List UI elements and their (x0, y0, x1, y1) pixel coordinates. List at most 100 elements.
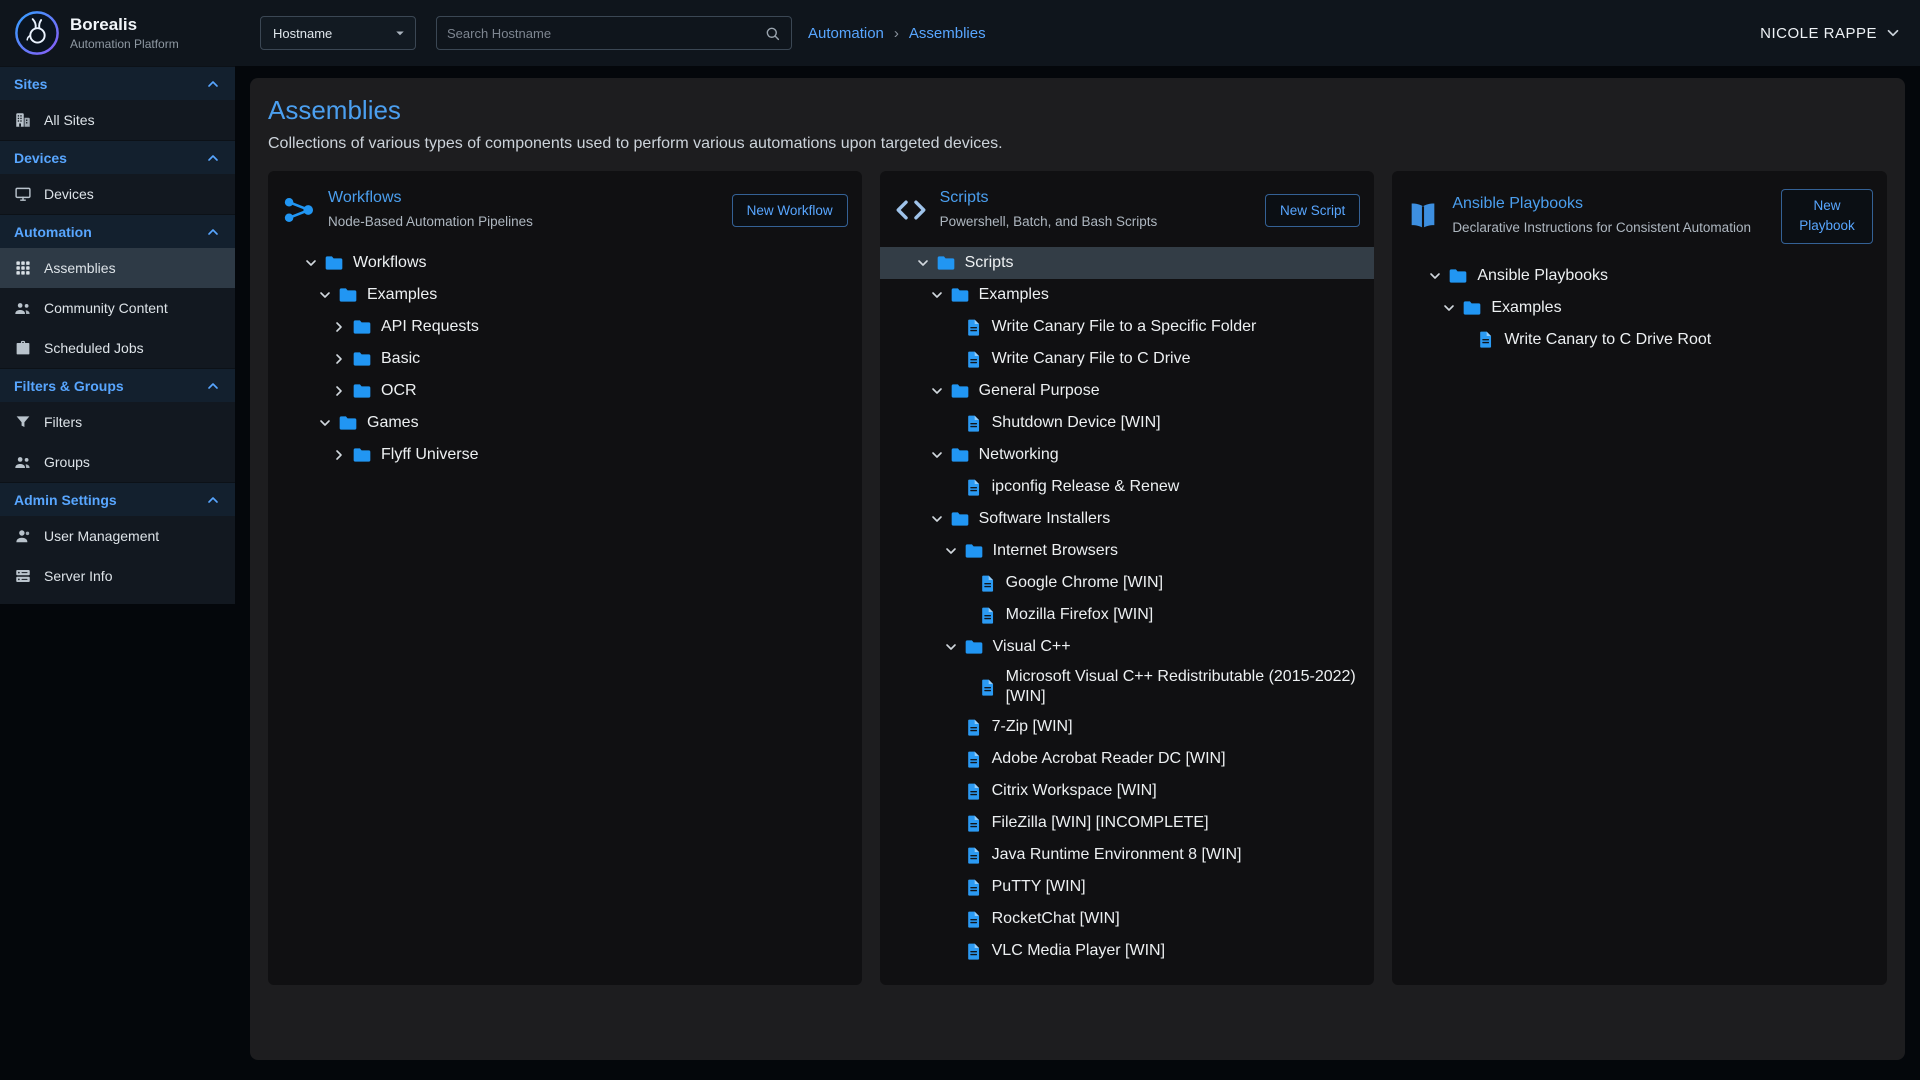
chevron-down-icon[interactable] (312, 415, 338, 431)
brand: Borealis Automation Platform (14, 10, 236, 56)
page-description: Collections of various types of componen… (268, 135, 1887, 153)
sidebar-section-label: Devices (14, 150, 67, 166)
chevron-down-icon[interactable] (910, 255, 936, 271)
sidebar-section-sites[interactable]: Sites (0, 66, 235, 100)
chevron-down-icon[interactable] (924, 447, 950, 463)
tree-item-flyff-universe[interactable]: Flyff Universe (268, 439, 862, 471)
file-icon (964, 814, 983, 833)
sidebar-section-label: Admin Settings (14, 492, 117, 508)
user-name: NICOLE RAPPE (1760, 25, 1877, 42)
tree-item-filezilla-win-incomplete[interactable]: FileZilla [WIN] [INCOMPLETE] (880, 807, 1375, 839)
tree-item-examples[interactable]: Examples (1392, 292, 1887, 324)
hostname-select[interactable]: Hostname (260, 16, 416, 50)
breadcrumb-separator: › (894, 25, 899, 42)
chevron-down-icon[interactable] (312, 287, 338, 303)
chevron-down-icon[interactable] (924, 287, 950, 303)
panels: WorkflowsNode-Based Automation Pipelines… (268, 171, 1887, 985)
tree-item-label: 7-Zip [WIN] (992, 713, 1073, 741)
tree-item-examples[interactable]: Examples (268, 279, 862, 311)
search-input[interactable] (447, 26, 764, 41)
chevron-down-icon[interactable] (1436, 300, 1462, 316)
chevron-right-icon[interactable] (326, 319, 352, 335)
sidebar-item-label: Server Info (44, 568, 112, 584)
chevron-down-icon (1884, 24, 1902, 42)
tree-item-ocr[interactable]: OCR (268, 375, 862, 407)
tree-item-basic[interactable]: Basic (268, 343, 862, 375)
chevron-down-icon[interactable] (938, 639, 964, 655)
tree-item-games[interactable]: Games (268, 407, 862, 439)
chevron-down-icon[interactable] (924, 383, 950, 399)
folder-icon (352, 445, 372, 465)
chevron-down-icon[interactable] (938, 543, 964, 559)
sidebar-section-filters-groups[interactable]: Filters & Groups (0, 368, 235, 402)
chevron-right-icon[interactable] (326, 383, 352, 399)
tree-item-ansible-playbooks[interactable]: Ansible Playbooks (1392, 260, 1887, 292)
briefcase-icon (14, 339, 32, 357)
tree-item-workflows[interactable]: Workflows (268, 247, 862, 279)
tree-item-rocketchat-win[interactable]: RocketChat [WIN] (880, 903, 1375, 935)
chevron-right-icon[interactable] (326, 447, 352, 463)
file-icon (964, 878, 983, 897)
tree-item-internet-browsers[interactable]: Internet Browsers (880, 535, 1375, 567)
tree-item-mozilla-firefox-win[interactable]: Mozilla Firefox [WIN] (880, 599, 1375, 631)
new-workflow-button[interactable]: New Workflow (732, 194, 848, 227)
tree-item-label: Write Canary File to C Drive (992, 345, 1191, 373)
tree-item-api-requests[interactable]: API Requests (268, 311, 862, 343)
tree-item-microsoft-visual-c-redistributable-2015-2022-win[interactable]: Microsoft Visual C++ Redistributable (20… (880, 663, 1375, 711)
chevron-down-icon[interactable] (924, 511, 950, 527)
tree-item-visual-c[interactable]: Visual C++ (880, 631, 1375, 663)
tree-item-networking[interactable]: Networking (880, 439, 1375, 471)
sidebar-section-devices[interactable]: Devices (0, 140, 235, 174)
tree-item-examples[interactable]: Examples (880, 279, 1375, 311)
sidebar-item-user-management[interactable]: User Management (0, 516, 235, 556)
chevron-down-icon[interactable] (1422, 268, 1448, 284)
server-icon (14, 567, 32, 585)
tree-item-citrix-workspace-win[interactable]: Citrix Workspace [WIN] (880, 775, 1375, 807)
sidebar-section-admin-settings[interactable]: Admin Settings (0, 482, 235, 516)
chevron-right-icon[interactable] (326, 351, 352, 367)
sidebar-item-filters[interactable]: Filters (0, 402, 235, 442)
chevron-down-icon[interactable] (298, 255, 324, 271)
sidebar-item-community-content[interactable]: Community Content (0, 288, 235, 328)
tree-item-adobe-acrobat-reader-dc-win[interactable]: Adobe Acrobat Reader DC [WIN] (880, 743, 1375, 775)
tree-item-label: API Requests (381, 313, 479, 341)
tree-item-putty-win[interactable]: PuTTY [WIN] (880, 871, 1375, 903)
new-playbook-button[interactable]: New Playbook (1781, 189, 1873, 244)
panel-workflows: WorkflowsNode-Based Automation Pipelines… (268, 171, 862, 985)
breadcrumb-automation[interactable]: Automation (808, 25, 884, 42)
tree-item-label: FileZilla [WIN] [INCOMPLETE] (992, 809, 1209, 837)
tree-item-7-zip-win[interactable]: 7-Zip [WIN] (880, 711, 1375, 743)
breadcrumb-assemblies[interactable]: Assemblies (909, 25, 986, 42)
tree-item-software-installers[interactable]: Software Installers (880, 503, 1375, 535)
tree-item-label: Networking (979, 441, 1059, 469)
sidebar-item-server-info[interactable]: Server Info (0, 556, 235, 596)
tree-item-scripts[interactable]: Scripts (880, 247, 1375, 279)
panel-titles: Ansible PlaybooksDeclarative Instruction… (1452, 195, 1769, 237)
tree-item-ipconfig-release-renew[interactable]: ipconfig Release & Renew (880, 471, 1375, 503)
tree-item-write-canary-file-to-c-drive[interactable]: Write Canary File to C Drive (880, 343, 1375, 375)
tree-item-label: Software Installers (979, 505, 1111, 533)
tree-item-write-canary-to-c-drive-root[interactable]: Write Canary to C Drive Root (1392, 324, 1887, 356)
sidebar-item-devices[interactable]: Devices (0, 174, 235, 214)
code-icon (894, 193, 928, 227)
sidebar-section-automation[interactable]: Automation (0, 214, 235, 248)
tree-item-java-runtime-environment-8-win[interactable]: Java Runtime Environment 8 [WIN] (880, 839, 1375, 871)
user-menu[interactable]: NICOLE RAPPE (1760, 24, 1902, 42)
tree-item-general-purpose[interactable]: General Purpose (880, 375, 1375, 407)
new-script-button[interactable]: New Script (1265, 194, 1360, 227)
search-box (436, 16, 792, 50)
sidebar-item-assemblies[interactable]: Assemblies (0, 248, 235, 288)
borealis-logo (14, 10, 60, 56)
tree-item-write-canary-file-to-a-specific-folder[interactable]: Write Canary File to a Specific Folder (880, 311, 1375, 343)
folder-icon (338, 413, 358, 433)
tree-item-vlc-media-player-win[interactable]: VLC Media Player [WIN] (880, 935, 1375, 967)
assemblies-card: Assemblies Collections of various types … (250, 78, 1905, 1060)
sidebar-item-scheduled-jobs[interactable]: Scheduled Jobs (0, 328, 235, 368)
sidebar-item-groups[interactable]: Groups (0, 442, 235, 482)
grid-icon (14, 259, 32, 277)
file-icon (964, 782, 983, 801)
folder-icon (936, 253, 956, 273)
tree-item-google-chrome-win[interactable]: Google Chrome [WIN] (880, 567, 1375, 599)
tree-item-shutdown-device-win[interactable]: Shutdown Device [WIN] (880, 407, 1375, 439)
sidebar-item-all-sites[interactable]: All Sites (0, 100, 235, 140)
